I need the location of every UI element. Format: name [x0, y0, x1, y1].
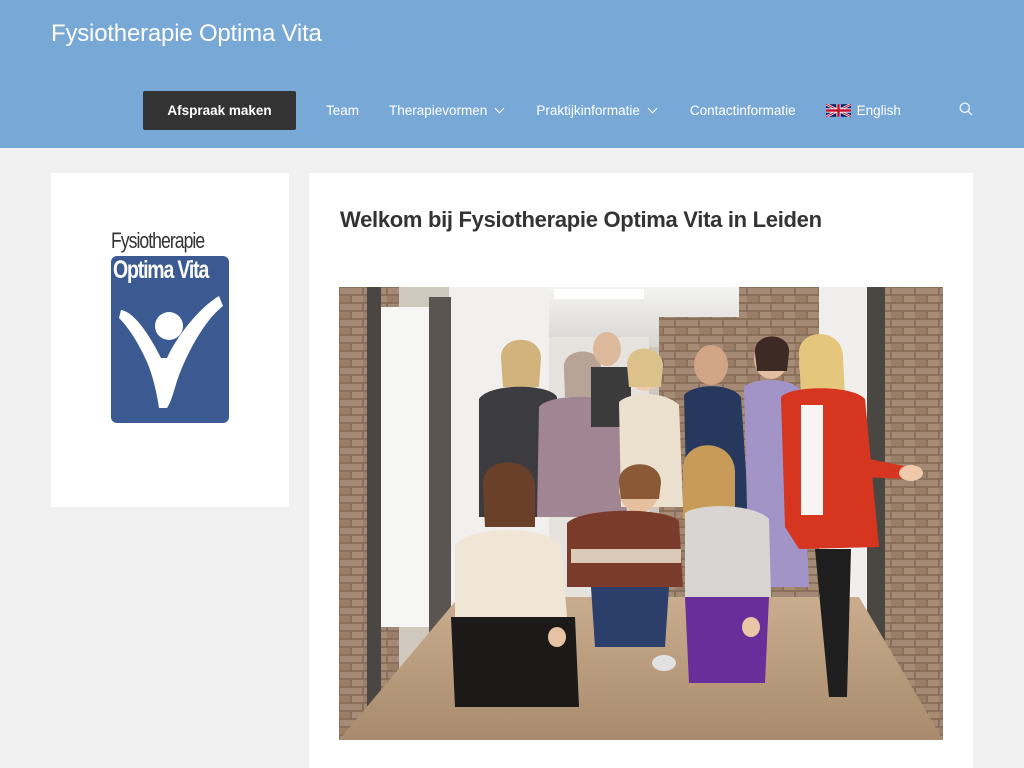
- main-content: Welkom bij Fysiotherapie Optima Vita in …: [309, 173, 973, 768]
- nav-item-therapievormen-label: Therapievormen: [389, 103, 488, 118]
- chevron-down-icon: [494, 103, 505, 114]
- nav-item-team[interactable]: Team: [326, 103, 359, 118]
- sidebar-logo-panel: Fysiotherapie Optima Vita: [51, 173, 289, 507]
- nav-item-language[interactable]: English: [825, 103, 901, 118]
- team-photo: [339, 287, 943, 740]
- nav-item-contactinformatie[interactable]: Contactinformatie: [690, 103, 796, 118]
- person-figure-icon: [119, 296, 223, 408]
- nav-item-team-label: Team: [326, 103, 360, 118]
- practice-logo: Fysiotherapie Optima Vita: [111, 228, 229, 423]
- logo-text-top: Fysiotherapie: [111, 228, 205, 253]
- nav-item-language-label: English: [856, 103, 901, 118]
- site-header: Fysiotherapie Optima Vita Afspraak maken…: [0, 0, 1024, 148]
- nav-item-praktijkinformatie-label: Praktijkinformatie: [536, 103, 640, 118]
- nav-item-praktijkinformatie[interactable]: Praktijkinformatie: [536, 103, 658, 118]
- logo-box: Optima Vita: [111, 256, 229, 423]
- page-title: Welkom bij Fysiotherapie Optima Vita in …: [340, 207, 822, 232]
- search-icon[interactable]: [959, 102, 973, 116]
- nav-item-contactinformatie-label: Contactinformatie: [689, 103, 796, 118]
- nav-item-therapievormen[interactable]: Therapievormen: [389, 103, 505, 118]
- uk-flag-icon: [825, 104, 851, 117]
- team-photo-image: [339, 287, 943, 740]
- make-appointment-button[interactable]: Afspraak maken: [143, 91, 296, 130]
- main-navigation: Afspraak maken Team Therapievormen Prakt…: [143, 91, 901, 130]
- chevron-down-icon: [647, 103, 658, 114]
- site-title-link[interactable]: Fysiotherapie Optima Vita: [51, 20, 322, 48]
